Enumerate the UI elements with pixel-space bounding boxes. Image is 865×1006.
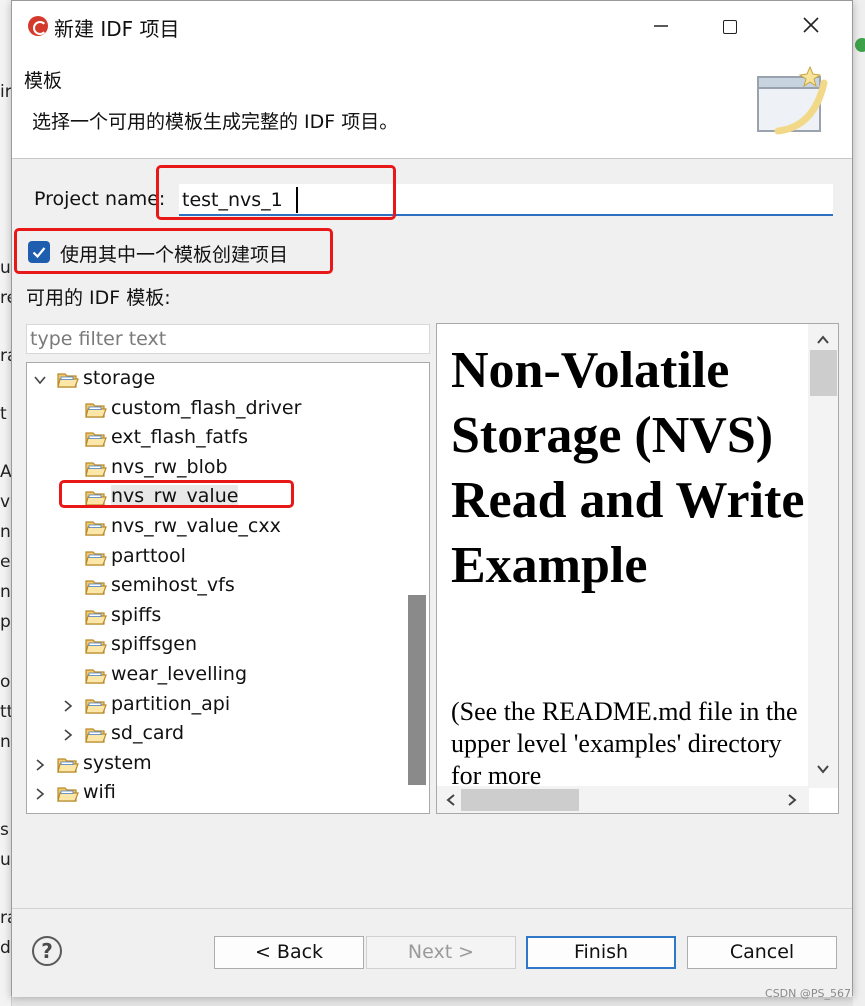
available-templates-label: 可用的 IDF 模板: bbox=[26, 287, 171, 309]
annotation-box-use-template bbox=[14, 228, 333, 274]
page-title: 模板 bbox=[24, 70, 63, 92]
scroll-left-icon[interactable] bbox=[443, 792, 459, 808]
tree-item-parttool[interactable]: parttool bbox=[27, 543, 405, 572]
tree-item-system[interactable]: system bbox=[27, 750, 405, 779]
close-button[interactable] bbox=[788, 7, 834, 47]
tree-item-label: spiffsgen bbox=[111, 633, 198, 656]
folder-open-icon bbox=[85, 667, 107, 685]
project-name-label: Project name: bbox=[34, 188, 166, 210]
tree-item-label: parttool bbox=[111, 544, 186, 567]
tree-item-ext-flash-fatfs[interactable]: ext_flash_fatfs bbox=[27, 424, 405, 453]
help-icon[interactable]: ? bbox=[32, 936, 62, 966]
folder-open-icon bbox=[85, 430, 107, 448]
tree-item-spiffsgen[interactable]: spiffsgen bbox=[27, 631, 405, 660]
tree-item-spiffs[interactable]: spiffs bbox=[27, 602, 405, 631]
folder-open-icon bbox=[85, 608, 107, 626]
tree-item-partition-api[interactable]: partition_api bbox=[27, 691, 405, 720]
tree-item-label: system bbox=[83, 751, 152, 774]
chevron-right-icon[interactable] bbox=[61, 725, 75, 741]
annotation-box-selected-template bbox=[59, 480, 294, 508]
annotation-box-project-name bbox=[156, 165, 396, 220]
tree-item-label: nvs_rw_blob bbox=[111, 455, 228, 478]
run-icon bbox=[855, 38, 865, 52]
window-title: 新建 IDF 项目 bbox=[54, 17, 180, 41]
folder-open-icon bbox=[57, 756, 79, 774]
tree-item-custom-flash-driver[interactable]: custom_flash_driver bbox=[27, 395, 405, 424]
tree-item-wifi[interactable]: wifi bbox=[27, 779, 405, 808]
readme-vertical-thumb[interactable] bbox=[810, 350, 837, 396]
tree-item-label: nvs_rw_value_cxx bbox=[111, 515, 281, 537]
tree-item-storage[interactable]: storage bbox=[27, 365, 405, 394]
cancel-button[interactable]: Cancel bbox=[687, 936, 837, 969]
tree-item-label: partition_api bbox=[111, 692, 231, 715]
tree-item-label: storage bbox=[83, 367, 156, 389]
finish-button[interactable]: Finish bbox=[526, 936, 676, 969]
folder-open-icon bbox=[85, 578, 107, 596]
maximize-button[interactable] bbox=[707, 7, 753, 47]
wizard-footer: ? < Back Next > Finish Cancel bbox=[12, 908, 852, 997]
folder-open-icon bbox=[85, 697, 107, 715]
close-icon bbox=[803, 17, 819, 33]
espressif-logo-icon bbox=[28, 16, 48, 36]
chevron-right-icon[interactable] bbox=[33, 755, 47, 771]
tree-item-label: ext_flash_fatfs bbox=[111, 426, 248, 449]
tree-scrollbar-thumb[interactable] bbox=[408, 595, 426, 785]
tree-item-label: wear_levelling bbox=[111, 663, 248, 685]
scroll-up-icon[interactable] bbox=[815, 332, 831, 348]
watermark: CSDN @PS_567 bbox=[765, 987, 851, 1000]
folder-open-icon bbox=[85, 401, 107, 419]
next-button: Next > bbox=[366, 936, 516, 969]
maximize-icon bbox=[723, 20, 737, 34]
folder-open-icon bbox=[85, 726, 107, 744]
template-tree[interactable]: storage custom_flash_driver ext_flash_fatf… bbox=[26, 362, 430, 814]
template-readme-preview: Non-Volatile Storage (NVS) Read and Writ… bbox=[436, 323, 839, 814]
minimize-button[interactable] bbox=[638, 7, 684, 47]
chevron-down-icon[interactable] bbox=[33, 370, 47, 385]
tree-item-label: sd_card bbox=[111, 722, 185, 745]
tree-item-label: semihost_vfs bbox=[111, 574, 235, 597]
folder-open-icon bbox=[85, 549, 107, 567]
chevron-right-icon[interactable] bbox=[33, 784, 47, 801]
scroll-down-icon[interactable] bbox=[815, 761, 831, 777]
tree-item-nvs-rw-value-cxx[interactable]: nvs_rw_value_cxx bbox=[27, 513, 405, 542]
readme-body: (See the README.md file in the upper lev… bbox=[451, 697, 798, 790]
new-project-wizard-icon bbox=[757, 65, 828, 135]
folder-open-icon bbox=[85, 519, 107, 537]
tree-item-semihost-vfs[interactable]: semihost_vfs bbox=[27, 572, 405, 601]
tree-item-label: custom_flash_driver bbox=[111, 396, 302, 419]
chevron-right-icon[interactable] bbox=[61, 696, 75, 712]
minimize-icon bbox=[654, 25, 668, 27]
tree-item-label: wifi bbox=[83, 781, 116, 804]
folder-open-icon bbox=[85, 637, 107, 655]
folder-open-icon bbox=[85, 460, 107, 478]
readme-horizontal-thumb[interactable] bbox=[461, 789, 579, 811]
wizard-header: 模板 选择一个可用的模板生成完整的 IDF 项目。 bbox=[12, 53, 852, 159]
folder-open-icon bbox=[57, 785, 79, 803]
scroll-right-icon[interactable] bbox=[784, 792, 800, 808]
title-bar: 新建 IDF 项目 bbox=[12, 1, 852, 53]
tree-item-sd-card[interactable]: sd_card bbox=[27, 720, 405, 749]
tree-item-label: spiffs bbox=[111, 603, 162, 626]
back-button[interactable]: < Back bbox=[214, 936, 364, 969]
tree-item-wear-levelling[interactable]: wear_levelling bbox=[27, 661, 405, 690]
template-filter-input[interactable] bbox=[26, 324, 430, 354]
readme-heading: Non-Volatile Storage (NVS) Read and Writ… bbox=[451, 342, 805, 594]
background-window-right bbox=[853, 0, 865, 1006]
page-description: 选择一个可用的模板生成完整的 IDF 项目。 bbox=[32, 111, 399, 133]
tree-item-nvs-rw-blob[interactable]: nvs_rw_blob bbox=[27, 454, 405, 483]
folder-open-icon bbox=[57, 371, 79, 389]
